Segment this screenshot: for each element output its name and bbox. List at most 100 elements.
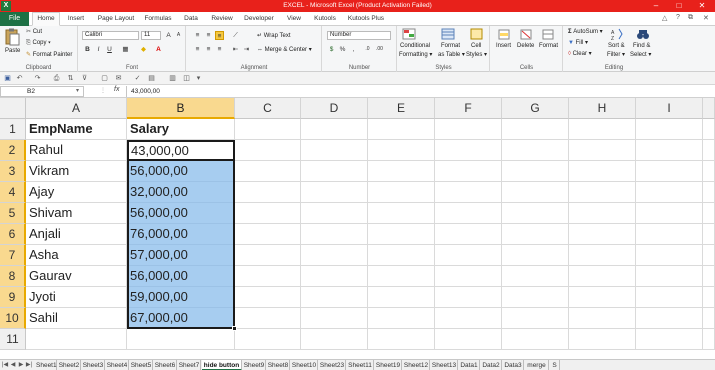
cell-e10[interactable] — [368, 308, 435, 329]
cell-h1[interactable] — [569, 119, 636, 140]
redo-icon[interactable]: ↷ — [33, 74, 42, 83]
cell-c10[interactable] — [235, 308, 301, 329]
tab-home[interactable]: Home — [32, 12, 60, 26]
cell-c2[interactable] — [235, 140, 301, 161]
cell-b7[interactable]: 57,000,00 — [127, 245, 235, 266]
cell-f5[interactable] — [435, 203, 502, 224]
cell-j9[interactable] — [703, 287, 715, 308]
cell-b10[interactable]: 67,000,00 — [127, 308, 235, 329]
fill-color-icon[interactable]: ◆ — [139, 45, 148, 54]
cell-f2[interactable] — [435, 140, 502, 161]
sort-filter-icon[interactable]: AZ — [611, 28, 624, 42]
cell-d6[interactable] — [301, 224, 368, 245]
row-header-4[interactable]: 4 — [0, 182, 26, 203]
wrap-text-button[interactable]: ↵ Wrap Text — [257, 32, 291, 39]
cell-h7[interactable] — [569, 245, 636, 266]
autosum-button[interactable]: Σ AutoSum ▾ — [568, 28, 603, 35]
tab-formulas[interactable]: Formulas — [141, 12, 175, 26]
name-box-dropdown-icon[interactable]: ▾ — [76, 87, 79, 94]
increase-decimal-icon[interactable]: .0 — [363, 45, 372, 54]
cell-h5[interactable] — [569, 203, 636, 224]
sheet-tab-sheet23[interactable]: Sheet23 — [319, 360, 346, 370]
decrease-decimal-icon[interactable]: .00 — [375, 45, 384, 54]
close-workbook-icon[interactable]: ✕ — [703, 14, 709, 22]
cell-i9[interactable] — [636, 287, 703, 308]
column-header-b[interactable]: B — [127, 98, 235, 119]
cell-i6[interactable] — [636, 224, 703, 245]
qat-email-icon[interactable]: ✉ — [114, 74, 123, 83]
fill-handle[interactable] — [232, 326, 237, 331]
align-middle-icon[interactable]: ≡ — [204, 31, 213, 40]
cell-j11[interactable] — [703, 329, 715, 350]
cell-a11[interactable] — [26, 329, 127, 350]
cell-a7[interactable]: Asha — [26, 245, 127, 266]
sheet-tab-sheet19[interactable]: Sheet19 — [375, 360, 402, 370]
tab-review[interactable]: Review — [208, 12, 236, 26]
column-header-i[interactable]: I — [636, 98, 703, 119]
cell-g1[interactable] — [502, 119, 569, 140]
cell-g3[interactable] — [502, 161, 569, 182]
undo-icon[interactable]: ↶ — [15, 74, 24, 83]
cell-i4[interactable] — [636, 182, 703, 203]
cell-e3[interactable] — [368, 161, 435, 182]
copy-button[interactable]: ⎘ Copy ▾ — [26, 40, 51, 47]
cell-b9[interactable]: 59,000,00 — [127, 287, 235, 308]
comma-style-icon[interactable]: , — [349, 45, 358, 54]
conditional-formatting-button[interactable] — [402, 28, 416, 40]
font-size-select[interactable]: 11 — [141, 31, 161, 40]
delete-cells-icon[interactable] — [520, 29, 532, 42]
cell-e4[interactable] — [368, 182, 435, 203]
clear-button[interactable]: ◊ Clear ▾ — [568, 50, 592, 57]
cell-c9[interactable] — [235, 287, 301, 308]
cell-i10[interactable] — [636, 308, 703, 329]
column-header-j[interactable] — [703, 98, 715, 119]
cell-i11[interactable] — [636, 329, 703, 350]
row-header-7[interactable]: 7 — [0, 245, 26, 266]
cell-i3[interactable] — [636, 161, 703, 182]
cell-e11[interactable] — [368, 329, 435, 350]
qat-print-icon[interactable]: ⎙ — [52, 74, 61, 83]
cell-f6[interactable] — [435, 224, 502, 245]
qat-filter-icon[interactable]: ⊽ — [80, 74, 89, 83]
cell-f8[interactable] — [435, 266, 502, 287]
row-header-10[interactable]: 10 — [0, 308, 26, 329]
row-header-5[interactable]: 5 — [0, 203, 26, 224]
cell-j10[interactable] — [703, 308, 715, 329]
align-bottom-icon[interactable]: ≡ — [215, 31, 224, 40]
row-header-9[interactable]: 9 — [0, 287, 26, 308]
qat-table-icon[interactable]: ▤ — [147, 74, 156, 83]
sheet-tab-sheet13[interactable]: Sheet13 — [431, 360, 458, 370]
delete-button[interactable]: Delete — [517, 43, 534, 49]
paste-icon[interactable] — [4, 28, 20, 46]
row-header-6[interactable]: 6 — [0, 224, 26, 245]
shrink-font-icon[interactable]: A — [174, 31, 183, 40]
cell-a3[interactable]: Vikram — [26, 161, 127, 182]
row-header-3[interactable]: 3 — [0, 161, 26, 182]
cell-a9[interactable]: Jyoti — [26, 287, 127, 308]
cell-h9[interactable] — [569, 287, 636, 308]
format-painter-button[interactable]: ✎ Format Painter — [26, 51, 72, 58]
sheet-tab-sheet2[interactable]: Sheet2 — [58, 360, 81, 370]
worksheet-grid[interactable]: A B C D E F G H I 1 2 3 4 5 6 7 8 9 10 1… — [0, 98, 715, 350]
cell-j2[interactable] — [703, 140, 715, 161]
cell-g9[interactable] — [502, 287, 569, 308]
underline-button[interactable]: U — [105, 45, 114, 54]
font-color-icon[interactable]: A — [154, 45, 163, 54]
sheet-tab-sheet6[interactable]: Sheet6 — [154, 360, 177, 370]
tab-insert[interactable]: Insert — [62, 12, 90, 26]
cell-styles-icon[interactable] — [470, 28, 483, 40]
cell-e6[interactable] — [368, 224, 435, 245]
row-header-1[interactable]: 1 — [0, 119, 26, 140]
column-header-h[interactable]: H — [569, 98, 636, 119]
cell-d7[interactable] — [301, 245, 368, 266]
active-cell-b2[interactable]: 43,000,00 — [127, 140, 235, 161]
row-header-8[interactable]: 8 — [0, 266, 26, 287]
cell-b5[interactable]: 56,000,00 — [127, 203, 235, 224]
paste-button[interactable]: Paste — [5, 48, 20, 54]
sheet-tab-sheet11[interactable]: Sheet11 — [347, 360, 374, 370]
cell-f7[interactable] — [435, 245, 502, 266]
cell-h4[interactable] — [569, 182, 636, 203]
cell-c1[interactable] — [235, 119, 301, 140]
cell-j4[interactable] — [703, 182, 715, 203]
insert-button[interactable]: Insert — [496, 43, 511, 49]
